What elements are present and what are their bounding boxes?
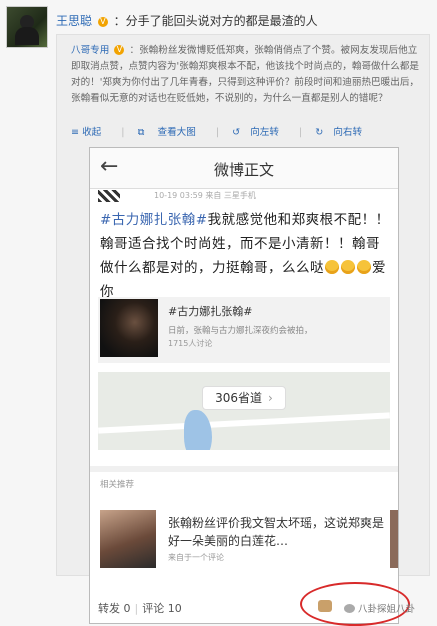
post-author-link[interactable]: 王思聪 xyxy=(56,14,92,28)
rotate-right-label: 向右转 xyxy=(333,127,363,138)
map-road xyxy=(98,412,390,434)
screenshot-post-meta: 10-19 03:59 来自 三星手机 xyxy=(98,190,388,204)
topic-card-image xyxy=(100,299,158,357)
map-location-label: 306省道 › xyxy=(202,386,286,410)
location-map: 306省道 › xyxy=(98,372,390,450)
poster-avatar-thumb xyxy=(98,190,120,202)
watermark-text: 八卦探姐八卦 xyxy=(358,604,416,615)
magnify-icon: ⧉ xyxy=(137,127,145,138)
topic-card-count: 1715人讨论 xyxy=(168,339,213,348)
rotate-right-icon: ↻ xyxy=(315,127,324,138)
comment-count: 评论 10 xyxy=(142,602,182,615)
topic-card: #古力娜扎张翰# 日前，张翰与古力娜扎深夜约会被拍， 1715人讨论 xyxy=(98,297,390,363)
rotate-left-button[interactable]: ↺ 向左转 xyxy=(232,127,289,138)
verified-badge-icon: V xyxy=(114,45,125,55)
wechat-icon xyxy=(344,604,355,613)
verified-badge-icon: V xyxy=(97,17,108,27)
rotate-right-button[interactable]: ↻ 向右转 xyxy=(315,127,372,138)
related-post-title: 张翰粉丝评价我文智太坏瑶，这说郑爽是好一朵美丽的白莲花… xyxy=(168,516,385,548)
rotate-left-icon: ↺ xyxy=(232,127,241,138)
view-large-label: 查看大图 xyxy=(157,127,196,138)
related-post-sub: 来自于一个评论 xyxy=(168,553,224,562)
screenshot-post-body: #古力娜扎张翰#我就感觉他和郑爽根不配！！翰哥适合找个时尚姓，而不是小清新！！翰… xyxy=(100,208,390,304)
post-header: 王思聪 V ：分手了能回头说对方的都是最渣的人 xyxy=(56,12,318,29)
repost-author-link[interactable]: 八哥专用 xyxy=(71,45,109,56)
map-lake xyxy=(184,410,212,450)
section-divider xyxy=(90,466,398,472)
emoji-icon xyxy=(325,260,339,274)
post-time: 10-19 03:59 来自 三星手机 xyxy=(154,191,256,200)
repost-count: 转发 0 xyxy=(98,602,131,615)
like-icon xyxy=(318,600,332,612)
related-post-image xyxy=(100,510,156,568)
stats-separator: | xyxy=(134,602,139,615)
emoji-icon xyxy=(357,260,371,274)
screenshot-title: 微博正文 xyxy=(213,161,274,179)
collapse-label: 收起 xyxy=(82,127,102,138)
emoji-icon xyxy=(341,260,355,274)
weibo-feed-item: 王思聪 V ：分手了能回头说对方的都是最渣的人 八哥专用 V ：张翰粉丝发微博贬… xyxy=(0,0,437,626)
repost-text: ：张翰粉丝发微博贬低郑爽，张翰俏俏点了个赞。被网友发现后他立即取消点赞，点赞内容… xyxy=(71,45,420,104)
watermark: 八卦探姐八卦 xyxy=(344,601,415,615)
related-post-side-image xyxy=(390,510,398,568)
post-stats: 转发 0 | 评论 10 xyxy=(98,600,182,616)
image-actions-bar: ≡ 收起 | ⧉ 查看大图 | ↺ 向左转 | ↻ 向右转 xyxy=(71,124,382,138)
user-avatar[interactable] xyxy=(6,6,48,48)
action-separator: | xyxy=(299,127,303,138)
post-text: ：分手了能回头说对方的都是最渣的人 xyxy=(113,14,318,28)
view-large-button[interactable]: ⧉ 查看大图 xyxy=(138,127,206,138)
topic-card-desc: 日前，张翰与古力娜扎深夜约会被拍， xyxy=(168,326,313,336)
action-separator: | xyxy=(121,127,125,138)
related-section-label: 相关推荐 xyxy=(100,480,135,490)
embedded-screenshot[interactable]: ← 微博正文 10-19 03:59 来自 三星手机 #古力娜扎张翰#我就感觉他… xyxy=(89,147,399,624)
repost-text-block: 八哥专用 V ：张翰粉丝发微博贬低郑爽，张翰俏俏点了个赞。被网友发现后他立即取消… xyxy=(71,43,421,107)
map-location-text: 306省道 xyxy=(215,391,263,405)
topic-card-title: #古力娜扎张翰# xyxy=(168,305,253,318)
rotate-left-label: 向左转 xyxy=(250,127,279,138)
action-separator: | xyxy=(215,127,220,138)
topic-tag: #古力娜扎张翰# xyxy=(100,212,208,228)
avatar-body-shape xyxy=(15,27,39,45)
screenshot-topbar: ← 微博正文 xyxy=(90,148,398,189)
collapse-button[interactable]: ≡ 收起 xyxy=(71,127,111,138)
chevron-right-icon: › xyxy=(268,391,273,405)
